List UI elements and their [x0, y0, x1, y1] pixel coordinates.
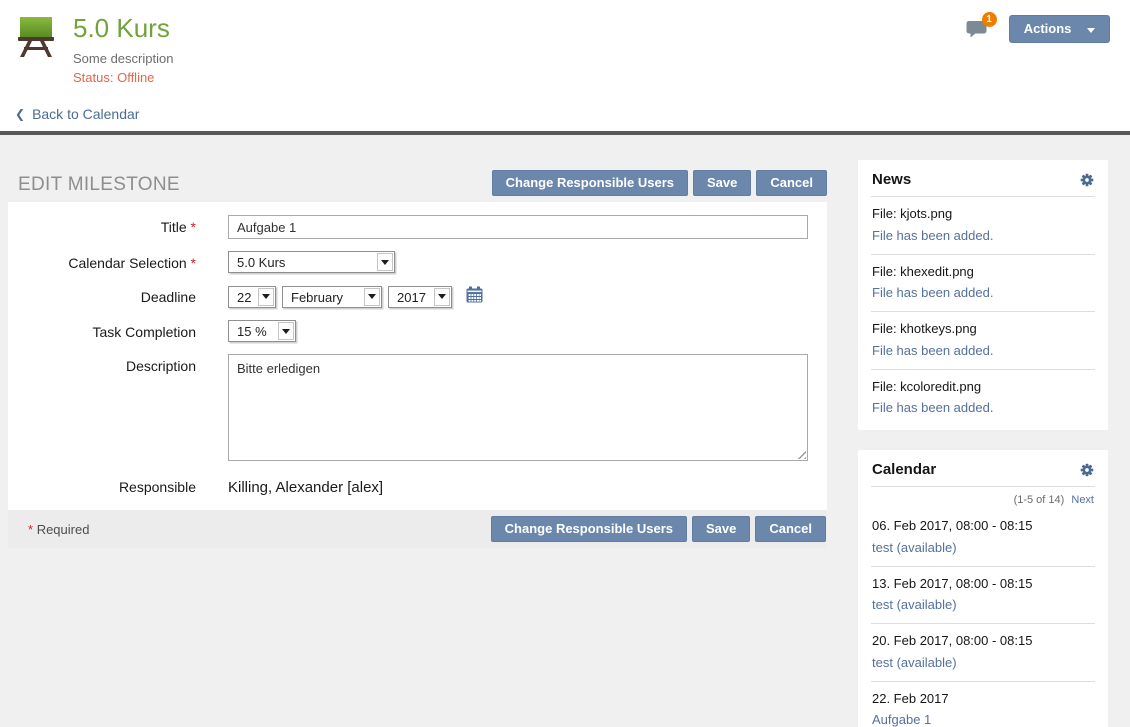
form-row-task-completion: Task Completion 15 % — [8, 320, 827, 342]
required-asterisk: * — [28, 522, 33, 537]
task-completion-label: Task Completion — [8, 320, 228, 340]
news-item: File: khexedit.png File has been added. — [858, 255, 1108, 312]
calendar-item-date: 20. Feb 2017, 08:00 - 08:15 — [872, 632, 1094, 650]
form-row-responsible: Responsible Killing, Alexander [alex] — [8, 477, 827, 496]
actions-button-label: Actions — [1024, 21, 1072, 36]
pagination-range: (1-5 of 14) — [1014, 494, 1065, 506]
task-completion-select[interactable]: 15 % — [228, 320, 296, 342]
course-status: Status: Offline — [73, 70, 173, 85]
deadline-day-value: 22 — [229, 287, 257, 307]
dropdown-arrow-icon — [364, 288, 380, 306]
news-item: File: khotkeys.png File has been added. — [858, 312, 1108, 369]
calendar-item-link[interactable]: test (available) — [872, 539, 957, 557]
edit-milestone-form: EDIT MILESTONE Change Responsible Users … — [8, 160, 827, 727]
title-input[interactable] — [228, 215, 808, 239]
gear-icon[interactable] — [1080, 173, 1094, 187]
title-label: Title * — [8, 215, 228, 235]
calendar-item: 13. Feb 2017, 08:00 - 08:15 test (availa… — [858, 567, 1108, 624]
deadline-month-select[interactable]: February — [282, 286, 382, 308]
page-title: 5.0 Kurs — [73, 14, 173, 44]
pagination-next-link[interactable]: Next — [1071, 494, 1094, 506]
form-row-deadline: Deadline 22 February 2017 — [8, 285, 827, 308]
calendar-panel-title: Calendar — [872, 461, 936, 478]
dropdown-arrow-icon — [434, 288, 450, 306]
course-description: Some description — [73, 51, 173, 66]
change-responsible-users-button-bottom[interactable]: Change Responsible Users — [491, 516, 687, 542]
news-item-link[interactable]: File has been added. — [872, 227, 993, 245]
back-to-calendar-link[interactable]: ❮ Back to Calendar — [15, 106, 139, 122]
chevron-left-icon: ❮ — [15, 107, 25, 121]
back-link-label: Back to Calendar — [32, 106, 139, 122]
calendar-panel: Calendar — [858, 450, 1108, 727]
course-icon — [14, 14, 58, 58]
form-heading: EDIT MILESTONE — [8, 174, 180, 196]
calendar-item-date: 22. Feb 2017 — [872, 690, 1094, 708]
required-note: * Required — [28, 522, 89, 537]
deadline-year-value: 2017 — [389, 287, 433, 307]
calendar-item: 06. Feb 2017, 08:00 - 08:15 test (availa… — [858, 509, 1108, 566]
calendar-selection-label: Calendar Selection * — [8, 251, 228, 271]
calendar-item-link[interactable]: test (available) — [872, 596, 957, 614]
cancel-button-bottom[interactable]: Cancel — [755, 516, 826, 542]
change-responsible-users-button-top[interactable]: Change Responsible Users — [492, 170, 688, 196]
task-completion-value: 15 % — [229, 321, 277, 341]
news-panel-title: News — [872, 171, 911, 188]
responsible-label: Responsible — [8, 477, 228, 495]
cancel-button-top[interactable]: Cancel — [756, 170, 827, 196]
news-item: File: kcoloredit.png File has been added… — [858, 370, 1108, 427]
calendar-item-date: 06. Feb 2017, 08:00 - 08:15 — [872, 517, 1094, 535]
responsible-value: Killing, Alexander [alex] — [228, 477, 383, 496]
news-item-title: File: kcoloredit.png — [872, 378, 1094, 396]
news-item-link[interactable]: File has been added. — [872, 342, 993, 360]
calendar-item: 20. Feb 2017, 08:00 - 08:15 test (availa… — [858, 624, 1108, 681]
chevron-down-icon — [1087, 28, 1095, 33]
deadline-year-select[interactable]: 2017 — [388, 286, 452, 308]
actions-button[interactable]: Actions — [1009, 15, 1110, 43]
news-item-title: File: kjots.png — [872, 205, 1094, 223]
dropdown-arrow-icon — [278, 322, 294, 340]
form-row-calendar-selection: Calendar Selection * 5.0 Kurs — [8, 251, 827, 273]
save-button-top[interactable]: Save — [693, 170, 751, 196]
form-footer: * Required Change Responsible Users Save… — [8, 510, 827, 548]
calendar-item-link[interactable]: Aufgabe 1 — [872, 711, 931, 727]
dropdown-arrow-icon — [258, 288, 274, 306]
news-item: File: kjots.png File has been added. — [858, 197, 1108, 254]
deadline-month-value: February — [283, 287, 363, 307]
calendar-selection-select[interactable]: 5.0 Kurs — [228, 251, 395, 273]
calendar-selection-value: 5.0 Kurs — [229, 252, 376, 272]
required-asterisk: * — [191, 255, 196, 271]
right-sidebar: News — [858, 160, 1108, 727]
form-row-description: Description Bitte erledigen — [8, 354, 827, 461]
form-row-title: Title * — [8, 215, 827, 239]
news-item-title: File: khotkeys.png — [872, 320, 1094, 338]
news-item-link[interactable]: File has been added. — [872, 284, 993, 302]
page: 5.0 Kurs Some description Status: Offlin… — [0, 0, 1130, 727]
calendar-pagination: (1-5 of 14) Next — [858, 487, 1108, 509]
description-textarea[interactable]: Bitte erledigen — [228, 354, 808, 461]
dropdown-arrow-icon — [377, 253, 393, 271]
save-button-bottom[interactable]: Save — [692, 516, 750, 542]
deadline-day-select[interactable]: 22 — [228, 286, 276, 308]
news-item-title: File: khexedit.png — [872, 263, 1094, 281]
description-label: Description — [8, 354, 228, 374]
calendar-item-date: 13. Feb 2017, 08:00 - 08:15 — [872, 575, 1094, 593]
news-panel: News — [858, 160, 1108, 430]
required-asterisk: * — [191, 219, 196, 235]
gear-icon[interactable] — [1080, 463, 1094, 477]
calendar-item: 22. Feb 2017 Aufgabe 1 — [858, 682, 1108, 727]
calendar-picker-icon[interactable] — [466, 286, 483, 308]
news-item-link[interactable]: File has been added. — [872, 399, 993, 417]
notifications-button[interactable]: 1 — [966, 20, 987, 43]
calendar-item-link[interactable]: test (available) — [872, 654, 957, 672]
chat-bubble-icon — [966, 25, 987, 42]
deadline-label: Deadline — [8, 285, 228, 305]
page-header: 5.0 Kurs Some description Status: Offlin… — [0, 0, 1130, 131]
notification-badge: 1 — [982, 12, 997, 27]
